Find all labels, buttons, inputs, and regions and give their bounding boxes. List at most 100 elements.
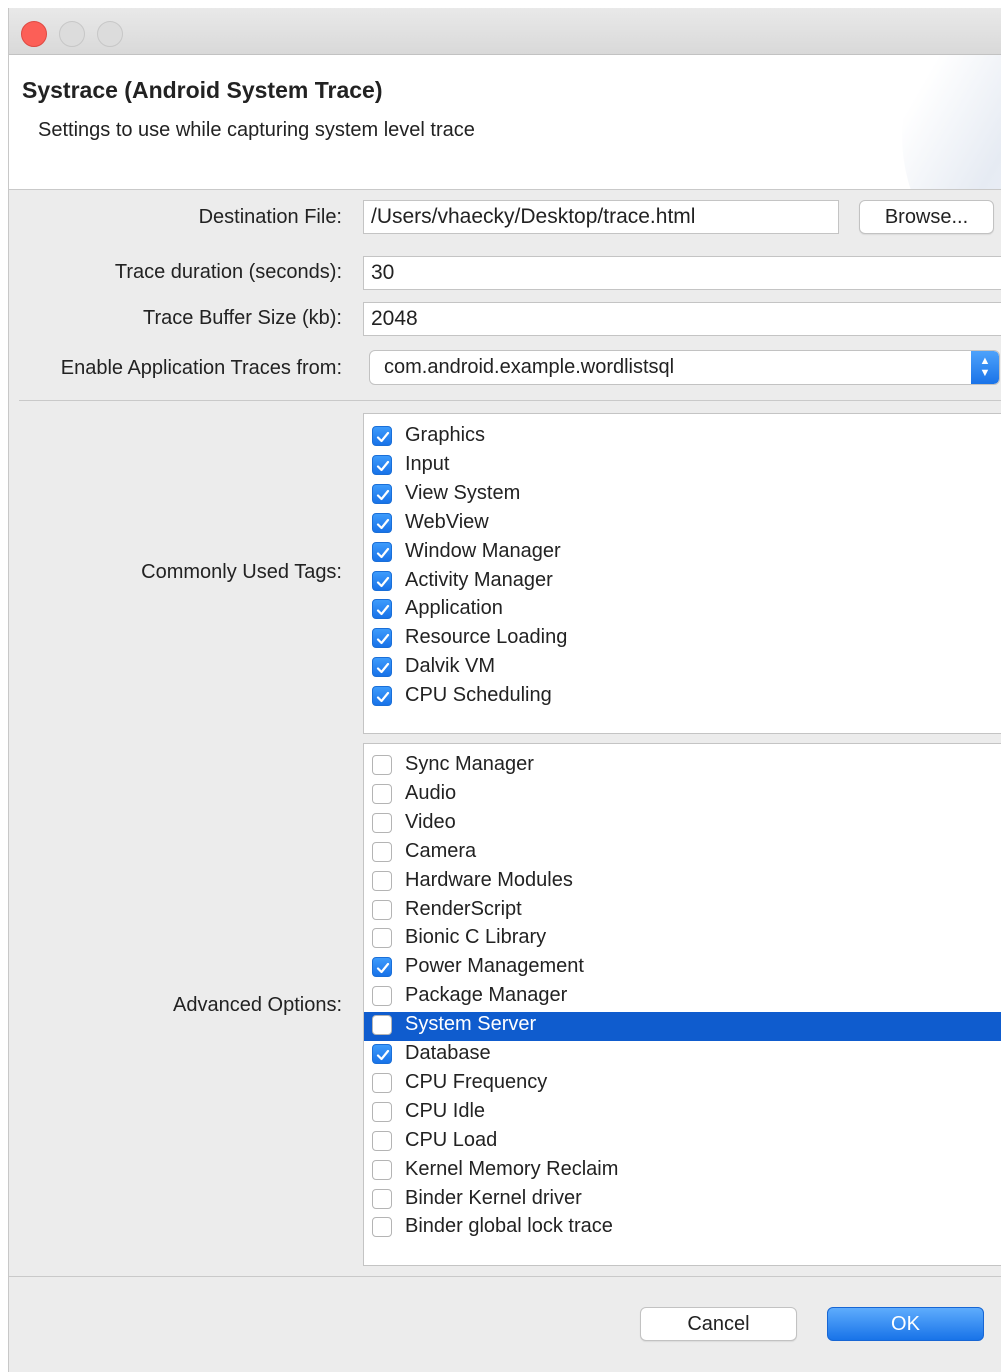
checkbox-label: Audio	[405, 781, 457, 804]
checkbox-item[interactable]: Graphics	[364, 423, 1001, 452]
checkbox-checked[interactable]	[372, 686, 392, 707]
checkmark-icon	[376, 963, 390, 974]
checkbox-checked[interactable]	[372, 657, 392, 678]
checkbox-checked[interactable]	[372, 957, 392, 978]
checkbox-item[interactable]: Package Manager	[364, 983, 1001, 1012]
checkbox-item[interactable]: View System	[364, 481, 1001, 510]
checkbox-label: Video	[405, 810, 456, 833]
checkbox-unchecked[interactable]	[372, 1072, 392, 1093]
checkbox-item[interactable]: Application	[364, 596, 1001, 625]
checkbox-item[interactable]: RenderScript	[364, 897, 1001, 926]
checkmark-icon	[376, 605, 390, 616]
checkbox-item[interactable]: Hardware Modules	[364, 868, 1001, 897]
destination-file-input[interactable]: /Users/vhaecky/Desktop/trace.html	[363, 200, 839, 234]
checkmark-icon	[376, 489, 390, 500]
checkbox-label: WebView	[405, 510, 489, 533]
checkbox-unchecked[interactable]	[372, 899, 392, 920]
checkmark-icon	[376, 518, 390, 529]
checkbox-label: System Server	[405, 1013, 537, 1036]
checkbox-item[interactable]: WebView	[364, 510, 1001, 539]
checkbox-unchecked[interactable]	[372, 1101, 392, 1122]
checkbox-checked[interactable]	[372, 541, 392, 562]
checkbox-unchecked[interactable]	[372, 755, 392, 775]
destination-file-label: Destination File:	[198, 206, 342, 228]
close-window-button[interactable]	[21, 21, 47, 47]
checkbox-unchecked[interactable]	[372, 1217, 392, 1238]
checkbox-unchecked[interactable]	[372, 812, 392, 833]
checkbox-item[interactable]: Camera	[364, 839, 1001, 868]
checkbox-unchecked[interactable]	[372, 928, 392, 949]
cancel-button[interactable]: Cancel	[640, 1307, 797, 1341]
checkmark-icon	[376, 634, 390, 645]
checkbox-unchecked[interactable]	[372, 1015, 392, 1036]
checkbox-checked[interactable]	[372, 512, 392, 533]
checkbox-item[interactable]: Bionic C Library	[364, 925, 1001, 954]
app-traces-label: Enable Application Traces from:	[60, 357, 342, 379]
checkbox-unchecked[interactable]	[372, 1159, 392, 1180]
checkbox-item[interactable]: Input	[364, 452, 1001, 481]
checkbox-label: Power Management	[405, 955, 584, 978]
dialog-title: Systrace (Android System Trace)	[22, 77, 383, 103]
checkbox-checked[interactable]	[372, 570, 392, 591]
checkbox-item[interactable]: Kernel Memory Reclaim	[364, 1157, 1001, 1186]
checkbox-unchecked[interactable]	[372, 870, 392, 891]
header-decoration	[902, 55, 1001, 189]
checkbox-unchecked[interactable]	[372, 986, 392, 1007]
buffer-size-input[interactable]: 2048	[363, 302, 1001, 336]
checkbox-checked[interactable]	[372, 454, 392, 475]
checkbox-item[interactable]: Activity Manager	[364, 568, 1001, 597]
checkbox-label: RenderScript	[405, 897, 522, 920]
checkbox-checked[interactable]	[372, 599, 392, 620]
advanced-options-list: Sync Manager Audio Video Camera Hardware Mod…	[363, 743, 1001, 1266]
checkbox-label: View System	[405, 481, 521, 504]
checkbox-item[interactable]: Database	[364, 1041, 1001, 1070]
ok-button[interactable]: OK	[827, 1307, 984, 1341]
checkbox-item[interactable]: CPU Idle	[364, 1099, 1001, 1128]
title-bar	[9, 8, 1001, 55]
dialog-header: Systrace (Android System Trace) Settings…	[9, 55, 1001, 190]
checkbox-item[interactable]: CPU Frequency	[364, 1070, 1001, 1099]
checkmark-icon	[376, 576, 390, 587]
checkbox-label: Activity Manager	[405, 568, 553, 591]
checkbox-checked[interactable]	[372, 483, 392, 504]
checkbox-item[interactable]: Window Manager	[364, 539, 1001, 568]
minimize-window-button[interactable]	[59, 21, 85, 47]
checkmark-icon	[376, 691, 390, 703]
checkbox-item[interactable]: Binder Kernel driver	[364, 1186, 1001, 1215]
checkbox-checked[interactable]	[372, 426, 392, 446]
trace-duration-label: Trace duration (seconds):	[114, 261, 342, 283]
checkmark-icon	[376, 663, 390, 674]
checkbox-unchecked[interactable]	[372, 783, 392, 804]
checkbox-unchecked[interactable]	[372, 1130, 392, 1151]
checkbox-item[interactable]: Video	[364, 810, 1001, 839]
checkbox-item[interactable]: Sync Manager	[364, 752, 1001, 781]
checkbox-label: Input	[405, 452, 450, 475]
checkbox-label: Kernel Memory Reclaim	[405, 1157, 619, 1180]
browse-button[interactable]: Browse...	[859, 200, 994, 234]
checkbox-item[interactable]: Power Management	[364, 954, 1001, 983]
checkbox-label: Binder global lock trace	[405, 1215, 613, 1238]
checkbox-label: CPU Idle	[405, 1099, 486, 1122]
checkbox-item[interactable]: CPU Scheduling	[364, 683, 1001, 712]
checkbox-label: Application	[405, 597, 503, 620]
checkbox-item[interactable]: Audio	[364, 781, 1001, 810]
checkbox-label: Hardware Modules	[405, 868, 573, 891]
app-traces-select[interactable]: com.android.example.wordlistsql ▲ ▼	[369, 350, 1000, 385]
buffer-size-label: Trace Buffer Size (kb):	[143, 307, 342, 329]
checkbox-item[interactable]: Dalvik VM	[364, 654, 1001, 683]
checkbox-unchecked[interactable]	[372, 841, 392, 862]
checkbox-label: Database	[405, 1042, 491, 1064]
checkbox-unchecked[interactable]	[372, 1188, 392, 1209]
checkbox-checked[interactable]	[372, 628, 392, 649]
checkbox-label: CPU Frequency	[405, 1070, 548, 1093]
checkbox-item[interactable]: System Server	[364, 1012, 1001, 1042]
checkbox-label: Graphics	[405, 424, 486, 446]
trace-duration-input[interactable]: 30	[363, 256, 1001, 290]
checkbox-label: Package Manager	[405, 984, 568, 1007]
checkbox-item[interactable]: CPU Load	[364, 1128, 1001, 1157]
checkbox-item[interactable]: Binder global lock trace	[364, 1214, 1001, 1243]
checkbox-item[interactable]: Resource Loading	[364, 625, 1001, 654]
checkmark-icon	[376, 1049, 390, 1061]
zoom-window-button[interactable]	[97, 21, 123, 47]
checkbox-checked[interactable]	[372, 1044, 392, 1064]
